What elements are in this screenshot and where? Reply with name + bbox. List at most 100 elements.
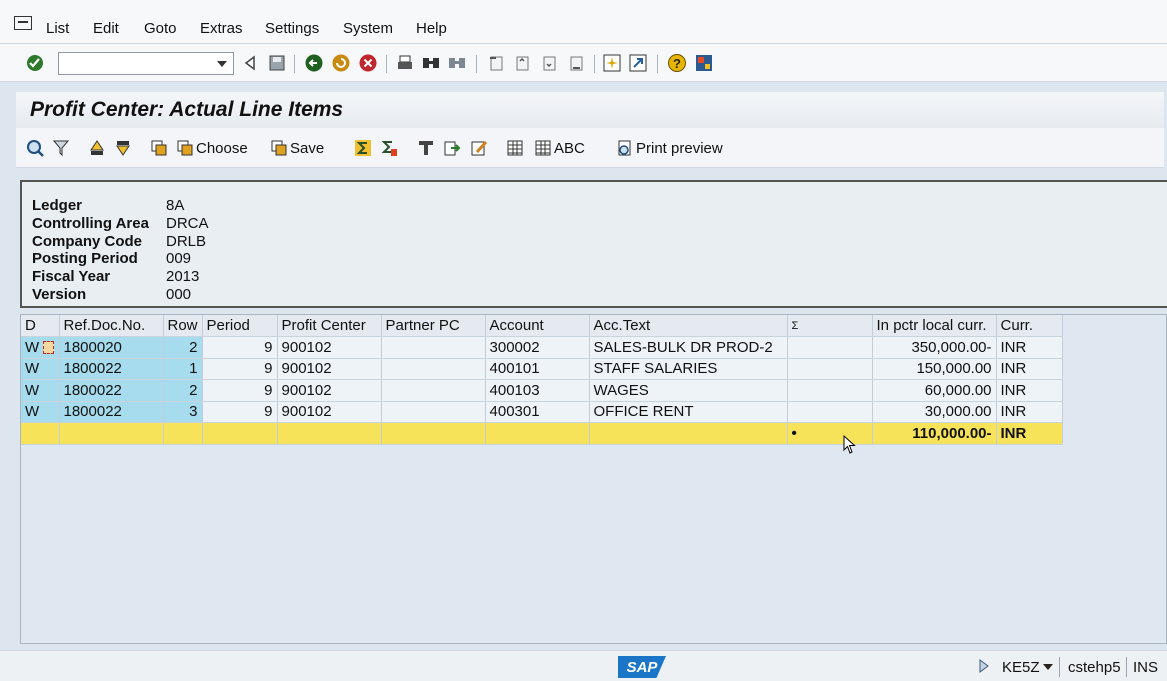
cell-partner-pc — [381, 401, 486, 423]
col-header-period[interactable]: Period — [202, 315, 278, 337]
sort-descending-icon[interactable] — [114, 138, 134, 158]
toolbar-separator — [386, 55, 387, 73]
find-next-icon[interactable] — [447, 53, 467, 73]
menu-edit[interactable]: Edit — [93, 20, 119, 37]
cell-partner-pc — [381, 379, 486, 402]
next-page-icon[interactable] — [539, 53, 559, 73]
col-header-amount[interactable]: In pctr local curr. — [872, 315, 997, 337]
status-expand-icon[interactable] — [978, 659, 990, 673]
previous-page-icon[interactable] — [512, 53, 532, 73]
display-graphic-icon[interactable] — [417, 138, 437, 158]
menu-system[interactable]: System — [343, 20, 393, 37]
menu-list[interactable]: List — [46, 20, 69, 37]
table-row[interactable]: W 1800020 2 9 900102 300002 SALES-BULK D… — [21, 336, 1063, 359]
cell-amount: 150,000.00 — [872, 358, 997, 380]
table-row[interactable]: W 1800022 2 9 900102 400103 WAGES 60,000… — [21, 379, 1063, 402]
cell-total-blank — [202, 422, 278, 445]
application-toolbar: Choose Save ABC Print preview — [16, 128, 1164, 168]
command-field-dropdown-icon[interactable] — [217, 61, 227, 67]
cell-ref-doc[interactable]: 1800022 — [59, 401, 164, 423]
cell-total-blank — [589, 422, 788, 445]
table-row[interactable]: W 1800022 1 9 900102 400101 STAFF SALARI… — [21, 358, 1063, 380]
print-icon[interactable] — [395, 53, 415, 73]
choose-button[interactable]: Choose — [176, 138, 248, 158]
cell-total-blank — [381, 422, 486, 445]
col-header-account[interactable]: Account — [485, 315, 590, 337]
cell-profit-center: 900102 — [277, 379, 382, 402]
cell-d-value: W — [25, 338, 40, 356]
toolbar-separator — [294, 55, 295, 73]
cell-sigma — [787, 336, 873, 359]
cell-account: 400103 — [485, 379, 590, 402]
mouse-cursor-icon — [843, 435, 856, 454]
cell-row: 2 — [163, 379, 203, 402]
cell-acc-text: SALES-BULK DR PROD-2 — [589, 336, 788, 359]
menu-goto[interactable]: Goto — [144, 20, 177, 37]
col-header-acc-text[interactable]: Acc.Text — [589, 315, 788, 337]
table-row[interactable]: W 1800022 3 9 900102 400301 OFFICE RENT … — [21, 401, 1063, 423]
print-preview-button[interactable]: Print preview — [616, 138, 723, 158]
create-session-icon[interactable] — [602, 53, 622, 73]
cell-d: W — [21, 336, 60, 359]
cell-period: 9 — [202, 358, 278, 380]
subtotal-icon[interactable] — [380, 138, 400, 158]
cell-ref-doc[interactable]: 1800022 — [59, 358, 164, 380]
edit-icon[interactable] — [470, 138, 490, 158]
save-label: Save — [290, 139, 325, 157]
cell-sigma — [787, 358, 873, 380]
line-items-grid: D Ref.Doc.No. Row Period Profit Center P… — [20, 314, 1167, 644]
menu-help[interactable]: Help — [416, 20, 447, 37]
header-value: DRCA — [166, 215, 209, 232]
enter-checkmark-icon[interactable] — [25, 53, 45, 73]
spreadsheet-icon[interactable] — [506, 138, 526, 158]
sort-ascending-icon[interactable] — [88, 138, 108, 158]
customize-layout-icon[interactable] — [694, 53, 714, 73]
cancel-icon[interactable] — [358, 53, 378, 73]
cell-total-blank — [485, 422, 590, 445]
back-green-icon[interactable] — [304, 53, 324, 73]
cell-period: 9 — [202, 379, 278, 402]
first-page-icon[interactable] — [486, 53, 506, 73]
choose-label: Choose — [196, 139, 248, 157]
col-header-sigma[interactable]: Σ — [787, 315, 873, 337]
col-header-row[interactable]: Row — [163, 315, 203, 337]
transaction-code: KE5Z — [1002, 659, 1040, 676]
last-page-icon[interactable] — [566, 53, 586, 73]
details-icon[interactable] — [26, 138, 46, 158]
save-icon[interactable] — [267, 53, 287, 73]
cell-account: 400301 — [485, 401, 590, 423]
abc-analysis-button[interactable]: ABC — [534, 138, 585, 158]
help-icon[interactable]: ? — [667, 53, 687, 73]
save-layout-button[interactable]: Save — [270, 138, 324, 158]
cell-sigma — [787, 401, 873, 423]
export-icon[interactable] — [443, 138, 463, 158]
toolbar-separator — [657, 55, 658, 73]
command-field[interactable] — [58, 52, 234, 75]
select-layout-icon[interactable] — [150, 138, 170, 158]
find-icon[interactable] — [421, 53, 441, 73]
col-header-ref-doc[interactable]: Ref.Doc.No. — [59, 315, 164, 337]
sum-icon[interactable] — [354, 138, 374, 158]
cell-total-blank — [59, 422, 164, 445]
cell-ref-doc[interactable]: 1800020 — [59, 336, 164, 359]
col-header-currency[interactable]: Curr. — [996, 315, 1063, 337]
exit-icon[interactable] — [331, 53, 351, 73]
menu-toggle-icon[interactable] — [14, 16, 32, 30]
cell-profit-center: 900102 — [277, 336, 382, 359]
col-header-d[interactable]: D — [21, 315, 60, 337]
col-header-profit-center[interactable]: Profit Center — [277, 315, 382, 337]
menu-extras[interactable]: Extras — [200, 20, 243, 37]
drilldown-icon[interactable] — [43, 341, 55, 355]
transaction-dropdown-icon[interactable] — [1043, 664, 1053, 670]
cell-sigma — [787, 379, 873, 402]
back-triangle-icon[interactable] — [240, 53, 260, 73]
filter-icon[interactable] — [52, 138, 72, 158]
total-currency: INR — [996, 422, 1063, 445]
cell-ref-doc[interactable]: 1800022 — [59, 379, 164, 402]
total-row[interactable]: • 110,000.00- INR — [21, 422, 1063, 445]
menu-settings[interactable]: Settings — [265, 20, 319, 37]
shortcut-icon[interactable] — [628, 53, 648, 73]
col-header-partner-pc[interactable]: Partner PC — [381, 315, 486, 337]
header-label: Posting Period — [32, 250, 138, 267]
cell-profit-center: 900102 — [277, 401, 382, 423]
